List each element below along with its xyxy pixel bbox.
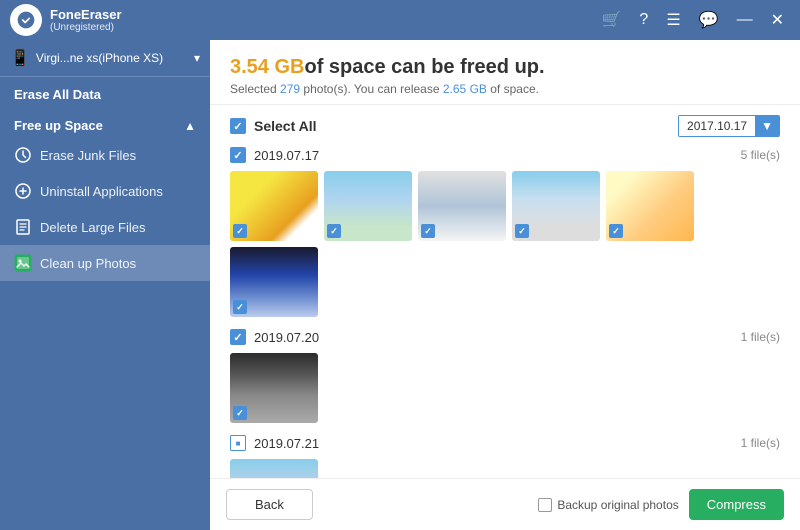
- device-name: Virgi...ne xs(iPhone XS): [36, 51, 194, 65]
- select-all-label: Select All: [254, 118, 317, 134]
- free-space-header: Free up Space ▲: [0, 108, 210, 137]
- footer-right: Backup original photos Compress: [538, 489, 784, 520]
- free-space-label: Free up Space: [14, 118, 103, 133]
- cart-icon[interactable]: 🛒: [596, 8, 628, 32]
- date-filter-button[interactable]: ▼: [755, 116, 779, 136]
- sidebar-item-erase-junk[interactable]: Erase Junk Files: [0, 137, 210, 173]
- photo-grid-2019-07-17: [230, 171, 780, 317]
- group-left-2019-07-17: 2019.07.17: [230, 147, 319, 163]
- group-header-2019-07-17: 2019.07.17 5 file(s): [230, 147, 780, 163]
- sidebar-item-uninstall-apps[interactable]: Uninstall Applications: [0, 173, 210, 209]
- group-date-2019-07-17: 2019.07.17: [254, 148, 319, 163]
- delete-large-label: Delete Large Files: [40, 220, 146, 235]
- group-checkbox-2019-07-17[interactable]: [230, 147, 246, 163]
- sub-after: of space.: [490, 82, 539, 96]
- selected-count: 279: [280, 82, 300, 96]
- app-logo: [10, 4, 42, 36]
- device-selector[interactable]: 📱 Virgi...ne xs(iPhone XS) ▾: [0, 40, 210, 77]
- free-space-toggle-icon[interactable]: ▲: [184, 119, 196, 133]
- date-filter-dropdown[interactable]: 2017.10.17 ▼: [678, 115, 780, 137]
- select-all-checkbox[interactable]: [230, 118, 246, 134]
- group-date-2019-07-20: 2019.07.20: [254, 330, 319, 345]
- group-header-2019-07-21: 2019.07.21 1 file(s): [230, 435, 780, 451]
- window-controls: 🛒 ? ☰ 💬 — ✕: [596, 8, 791, 32]
- photo-grid-2019-07-20: [230, 353, 780, 423]
- select-all-row: Select All 2017.10.17 ▼: [230, 115, 780, 137]
- erase-all-title[interactable]: Erase All Data: [0, 77, 210, 108]
- photo-group-2019-07-20: 2019.07.20 1 file(s): [230, 329, 780, 423]
- device-dropdown-arrow: ▾: [194, 51, 200, 65]
- space-freed-label: of space can be freed up.: [304, 56, 544, 78]
- photo-check-p3[interactable]: [421, 224, 435, 238]
- photo-check-p1[interactable]: [233, 224, 247, 238]
- clean-photos-label: Clean up Photos: [40, 256, 136, 271]
- space-freed-text: 3.54 GBof space can be freed up.: [230, 56, 780, 79]
- backup-checkbox-row: Backup original photos: [538, 498, 678, 512]
- photo-grid-2019-07-21: [230, 459, 780, 478]
- photo-item-p5[interactable]: [606, 171, 694, 241]
- uninstall-apps-label: Uninstall Applications: [40, 184, 163, 199]
- sidebar-item-clean-photos[interactable]: Clean up Photos: [0, 245, 210, 281]
- group-count-2019-07-17: 5 file(s): [741, 148, 780, 162]
- menu-icon[interactable]: ☰: [660, 8, 686, 32]
- group-count-2019-07-21: 1 file(s): [741, 436, 780, 450]
- content-body: Select All 2017.10.17 ▼ 2019.07.17 5 fil…: [210, 105, 800, 478]
- backup-checkbox[interactable]: [538, 498, 552, 512]
- backup-label: Backup original photos: [557, 498, 678, 512]
- photo-item-p3[interactable]: [418, 171, 506, 241]
- minimize-button[interactable]: —: [731, 9, 759, 31]
- photo-item-p6[interactable]: [230, 353, 318, 423]
- content-footer: Back Backup original photos Compress: [210, 478, 800, 530]
- help-icon[interactable]: ?: [633, 9, 654, 31]
- space-amount: 3.54 GB: [230, 56, 304, 78]
- file-icon: [14, 218, 32, 236]
- group-header-2019-07-20: 2019.07.20 1 file(s): [230, 329, 780, 345]
- app-name-block: FoneEraser (Unregistered): [50, 7, 596, 33]
- photo-group-2019-07-17: 2019.07.17 5 file(s): [230, 147, 780, 317]
- close-button[interactable]: ✕: [765, 8, 790, 32]
- group-count-2019-07-20: 1 file(s): [741, 330, 780, 344]
- photo-check-p5b[interactable]: [233, 300, 247, 314]
- erase-junk-label: Erase Junk Files: [40, 148, 136, 163]
- photo-item-p4[interactable]: [512, 171, 600, 241]
- release-size: 2.65 GB: [443, 82, 487, 96]
- clock-icon: [14, 146, 32, 164]
- select-all-left: Select All: [230, 118, 317, 134]
- group-left-2019-07-21: 2019.07.21: [230, 435, 319, 451]
- title-bar: FoneEraser (Unregistered) 🛒 ? ☰ 💬 — ✕: [0, 0, 800, 40]
- compress-button[interactable]: Compress: [689, 489, 784, 520]
- photo-item-p1[interactable]: [230, 171, 318, 241]
- photo-group-2019-07-21: 2019.07.21 1 file(s): [230, 435, 780, 478]
- photo-check-p2[interactable]: [327, 224, 341, 238]
- photo-check-p6[interactable]: [233, 406, 247, 420]
- sub-info: Selected 279 photo(s). You can release 2…: [230, 82, 780, 96]
- photo-item-p5b[interactable]: [230, 247, 318, 317]
- photos-icon: [14, 254, 32, 272]
- feedback-icon[interactable]: 💬: [693, 8, 725, 32]
- date-filter-text: 2017.10.17: [679, 116, 755, 136]
- group-checkbox-2019-07-21[interactable]: [230, 435, 246, 451]
- photo-thumb-p7: [230, 459, 318, 478]
- group-left-2019-07-20: 2019.07.20: [230, 329, 319, 345]
- sidebar: 📱 Virgi...ne xs(iPhone XS) ▾ Erase All D…: [0, 40, 210, 530]
- back-button[interactable]: Back: [226, 489, 313, 520]
- group-date-2019-07-21: 2019.07.21: [254, 436, 319, 451]
- photo-check-p5[interactable]: [609, 224, 623, 238]
- photo-check-p4[interactable]: [515, 224, 529, 238]
- main-layout: 📱 Virgi...ne xs(iPhone XS) ▾ Erase All D…: [0, 40, 800, 530]
- content-area: 3.54 GBof space can be freed up. Selecte…: [210, 40, 800, 530]
- photo-item-p7[interactable]: [230, 459, 318, 478]
- content-header: 3.54 GBof space can be freed up. Selecte…: [210, 40, 800, 105]
- app-subtitle: (Unregistered): [50, 22, 596, 33]
- sidebar-item-delete-large[interactable]: Delete Large Files: [0, 209, 210, 245]
- sub-before: Selected: [230, 82, 277, 96]
- app-title: FoneEraser: [50, 7, 596, 22]
- sub-middle: photo(s). You can release: [303, 82, 439, 96]
- apps-icon: [14, 182, 32, 200]
- group-checkbox-2019-07-20[interactable]: [230, 329, 246, 345]
- device-icon: 📱: [10, 48, 30, 68]
- photo-item-p2[interactable]: [324, 171, 412, 241]
